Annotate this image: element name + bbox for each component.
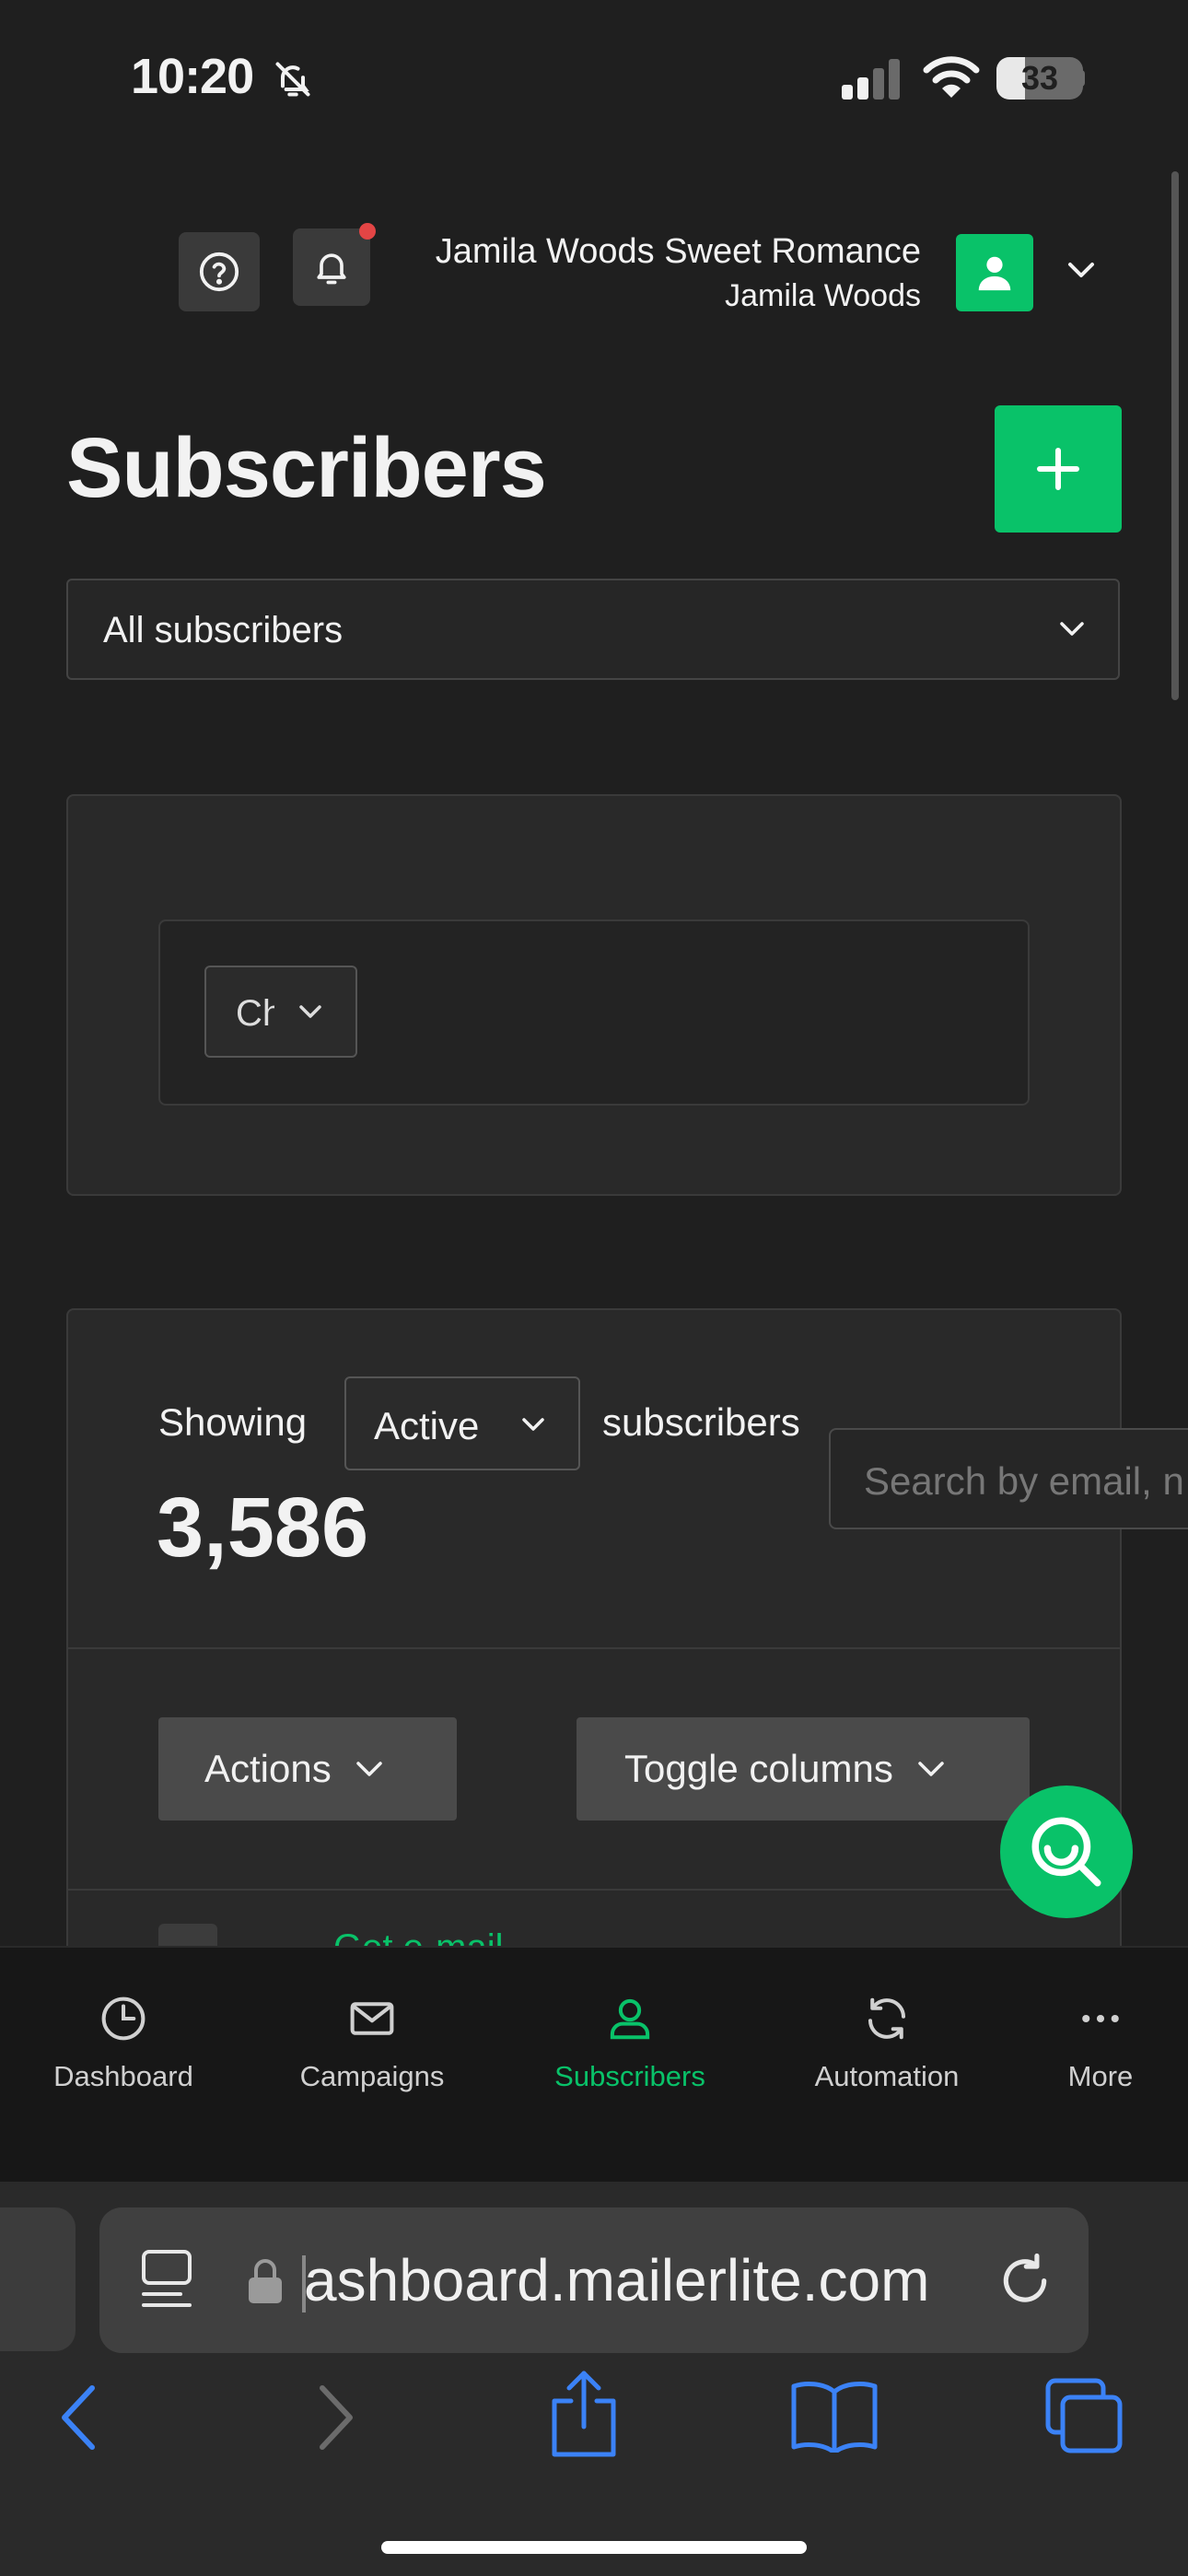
nav-campaigns-label: Campaigns (299, 2060, 445, 2092)
pie-chart-icon (101, 1996, 146, 2041)
home-indicator (381, 2541, 807, 2554)
chart-period-label: Ch (236, 993, 274, 1034)
subscriber-count: 3,586 (157, 1481, 369, 1575)
account-name[interactable]: Jamila Woods Sweet Romance (436, 232, 921, 272)
tabs-icon[interactable] (1044, 2377, 1124, 2454)
nav-subscribers[interactable]: Subscribers (549, 1994, 711, 2093)
nav-more-label: More (1067, 2060, 1134, 2092)
subscriber-status-dropdown[interactable]: Active (344, 1376, 580, 1470)
lock-icon (247, 2255, 284, 2305)
more-icon (1082, 2014, 1119, 2023)
page-title: Subscribers (66, 421, 547, 515)
battery-percent: 33 (1020, 59, 1059, 97)
mail-icon (350, 2002, 394, 2035)
notification-badge (359, 223, 376, 240)
wifi-icon (923, 55, 980, 100)
reload-icon[interactable] (996, 2248, 1054, 2309)
nav-automation-label: Automation (814, 2060, 960, 2092)
chevron-down-icon (355, 1762, 382, 1776)
help-button[interactable] (179, 232, 260, 311)
status-time: 10:20 (131, 49, 254, 104)
nav-campaigns[interactable]: Campaigns (297, 1994, 448, 2093)
battery-cap (1079, 70, 1085, 87)
search-input[interactable]: Search by email, n (829, 1428, 1188, 1529)
previous-tab-preview[interactable] (0, 2207, 76, 2351)
subscriber-email-link[interactable]: Get e-mail (333, 1926, 518, 1946)
actions-label: Actions (204, 1747, 332, 1790)
chevron-down-icon (522, 1418, 544, 1431)
nav-automation[interactable]: Automation (810, 1994, 963, 2093)
divider (68, 1647, 1120, 1649)
notifications-button[interactable] (293, 228, 370, 306)
nav-dashboard-label: Dashboard (53, 2060, 193, 2092)
showing-label: Showing (158, 1400, 308, 1444)
search-icon (1031, 1817, 1101, 1887)
user-avatar-icon (978, 256, 1011, 291)
divider (68, 1889, 1120, 1891)
add-subscriber-button[interactable] (995, 405, 1122, 533)
account-chevron-down-icon[interactable] (1066, 260, 1096, 280)
page-scrollbar[interactable] (1171, 171, 1179, 700)
forward-icon[interactable] (313, 2383, 359, 2453)
user-icon (610, 1998, 650, 2040)
bookmarks-icon[interactable] (790, 2379, 879, 2453)
search-placeholder: Search by email, n (864, 1459, 1184, 1503)
refresh-icon (868, 1997, 906, 2040)
subscribers-label: subscribers (602, 1400, 800, 1444)
chevron-down-icon (918, 1762, 944, 1776)
nav-dashboard[interactable]: Dashboard (50, 1994, 197, 2093)
reader-icon[interactable] (138, 2248, 195, 2309)
plus-icon (1037, 448, 1079, 490)
bell-icon (317, 253, 346, 285)
subscriber-group-select[interactable]: All subscribers (66, 579, 1120, 680)
subscriber-status-selected: Active (374, 1404, 480, 1447)
chevron-down-icon (299, 1005, 321, 1018)
nav-subscribers-label: Subscribers (554, 2060, 705, 2092)
cellular-signal-icon (840, 59, 904, 100)
battery-indicator: 33 (996, 57, 1083, 100)
account-user[interactable]: Jamila Woods (725, 278, 921, 314)
chart-period-dropdown[interactable]: Ch (204, 966, 357, 1058)
share-icon[interactable] (547, 2370, 621, 2458)
chevron-down-icon (1060, 622, 1084, 636)
toggle-columns-label: Toggle columns (624, 1747, 893, 1790)
row-checkbox[interactable] (158, 1924, 217, 1946)
toggle-columns-button[interactable]: Toggle columns (577, 1717, 1030, 1821)
url-text[interactable]: ashboard.mailerlite.com (304, 2246, 929, 2314)
subscriber-group-selected: All subscribers (103, 610, 344, 650)
nav-more[interactable]: More (1059, 1994, 1142, 2093)
back-icon[interactable] (55, 2383, 101, 2453)
help-icon (199, 252, 239, 292)
search-help-fab[interactable] (1000, 1786, 1133, 1918)
actions-button[interactable]: Actions (158, 1717, 457, 1821)
avatar[interactable] (956, 234, 1033, 311)
silent-mode-icon (273, 59, 313, 100)
